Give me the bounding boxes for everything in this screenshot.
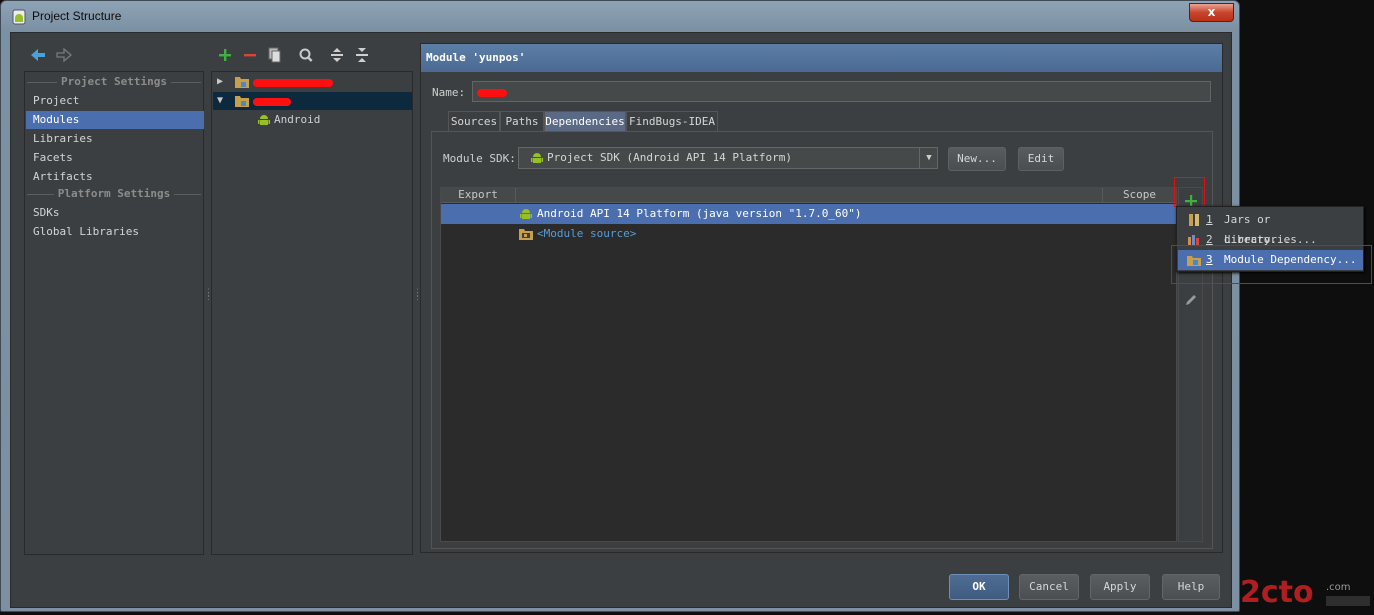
jar-icon	[1189, 214, 1199, 226]
module-name-field[interactable]	[472, 81, 1211, 102]
expand-all-icon[interactable]	[328, 46, 346, 64]
dependency-label: <Module source>	[537, 227, 637, 240]
cancel-button[interactable]: Cancel	[1019, 574, 1079, 600]
module-sdk-value: Project SDK (Android API 14 Platform)	[547, 151, 793, 164]
close-button[interactable]: x	[1189, 3, 1234, 22]
column-header-name[interactable]	[516, 188, 1103, 203]
tab-dependencies[interactable]: Dependencies	[544, 111, 626, 131]
module-panel: Module 'yunpos' Name: Sources Paths Depe…	[420, 43, 1223, 553]
tab-findbugs-idea[interactable]: FindBugs-IDEA	[626, 111, 718, 131]
site-watermark-logo: 2cto .com	[1240, 575, 1370, 610]
tree-row-module-2[interactable]: ▼	[213, 92, 412, 110]
table-header: Export Scope	[441, 188, 1176, 203]
table-row[interactable]: Android API 14 Platform (java version "1…	[441, 204, 1176, 224]
android-icon	[531, 153, 543, 163]
tree-row-module-1[interactable]: ▶	[213, 73, 412, 91]
back-arrow-icon[interactable]	[29, 47, 47, 63]
settings-item-libraries[interactable]: Libraries	[26, 130, 204, 148]
svg-text:.com: .com	[1326, 582, 1351, 593]
settings-item-artifacts[interactable]: Artifacts	[26, 168, 204, 186]
new-sdk-button[interactable]: New...	[948, 147, 1006, 171]
section-header-project-settings: Project Settings	[25, 75, 203, 89]
copy-icon[interactable]	[265, 46, 283, 64]
edit-sdk-button[interactable]: Edit	[1018, 147, 1064, 171]
tab-paths[interactable]: Paths	[500, 111, 544, 131]
title-bar[interactable]: Project Structure x	[1, 1, 1239, 33]
help-button[interactable]: Help	[1162, 574, 1220, 600]
column-header-export[interactable]: Export	[441, 188, 516, 203]
android-studio-icon	[12, 9, 26, 25]
redaction-mark	[477, 89, 507, 97]
right-splitter[interactable]: ⋮ ⋮	[413, 289, 422, 305]
android-icon	[520, 209, 532, 219]
dependency-label: Android API 14 Platform (java version "1…	[537, 207, 862, 220]
module-header: Module 'yunpos'	[421, 44, 1222, 72]
svg-text:2cto: 2cto	[1240, 575, 1314, 610]
redaction-mark	[253, 79, 333, 87]
settings-item-project[interactable]: Project	[26, 92, 204, 110]
project-structure-window: Project Structure x Project Settings Pro…	[0, 0, 1240, 612]
android-icon	[258, 115, 270, 125]
module-folder-icon	[235, 77, 249, 88]
column-header-scope[interactable]: Scope	[1103, 188, 1176, 203]
expand-arrow-icon[interactable]: ▶	[217, 73, 227, 91]
settings-item-modules[interactable]: Modules	[26, 111, 204, 129]
table-row[interactable]: <Module source>	[441, 224, 1176, 244]
window-title: Project Structure	[32, 9, 122, 23]
ok-button[interactable]: OK	[949, 574, 1009, 600]
module-sdk-label: Module SDK:	[443, 152, 516, 165]
dependencies-table: Export Scope Android API 14 Platform (ja…	[440, 187, 1177, 542]
menu-item-jars-or-directories[interactable]: 1 Jars or directories...	[1178, 210, 1363, 246]
settings-item-facets[interactable]: Facets	[26, 149, 204, 167]
section-header-platform-settings: Platform Settings	[25, 187, 203, 201]
name-label: Name:	[432, 86, 466, 99]
module-folder-icon	[235, 96, 249, 107]
edit-pencil-icon[interactable]	[1184, 293, 1198, 307]
collapse-all-icon[interactable]	[353, 46, 371, 64]
collapse-arrow-icon[interactable]: ▼	[217, 92, 227, 110]
apply-button[interactable]: Apply	[1090, 574, 1150, 600]
redaction-mark	[253, 98, 291, 106]
chevron-down-icon[interactable]: ▼	[919, 147, 938, 169]
add-button-highlight	[1174, 177, 1205, 207]
module-sdk-select[interactable]: Project SDK (Android API 14 Platform)	[518, 147, 938, 169]
settings-item-sdks[interactable]: SDKs	[26, 204, 204, 222]
module-dependency-highlight	[1171, 245, 1372, 284]
tree-row-android-facet[interactable]: Android	[213, 111, 412, 129]
forward-arrow-icon[interactable]	[55, 47, 73, 63]
tree-label-android: Android	[274, 113, 321, 126]
add-icon[interactable]	[216, 46, 234, 64]
dialog-content: Project Settings Project Modules Librari…	[10, 32, 1232, 608]
find-icon[interactable]	[297, 46, 315, 64]
tab-sources[interactable]: Sources	[448, 111, 500, 131]
left-splitter[interactable]: ⋮ ⋮	[204, 289, 213, 305]
module-source-icon	[519, 229, 533, 240]
settings-item-global-libraries[interactable]: Global Libraries	[26, 223, 204, 241]
module-tree: ▶ ▼ Android	[211, 71, 413, 555]
settings-list: Project Settings Project Modules Librari…	[24, 71, 204, 555]
remove-icon[interactable]	[241, 46, 259, 64]
